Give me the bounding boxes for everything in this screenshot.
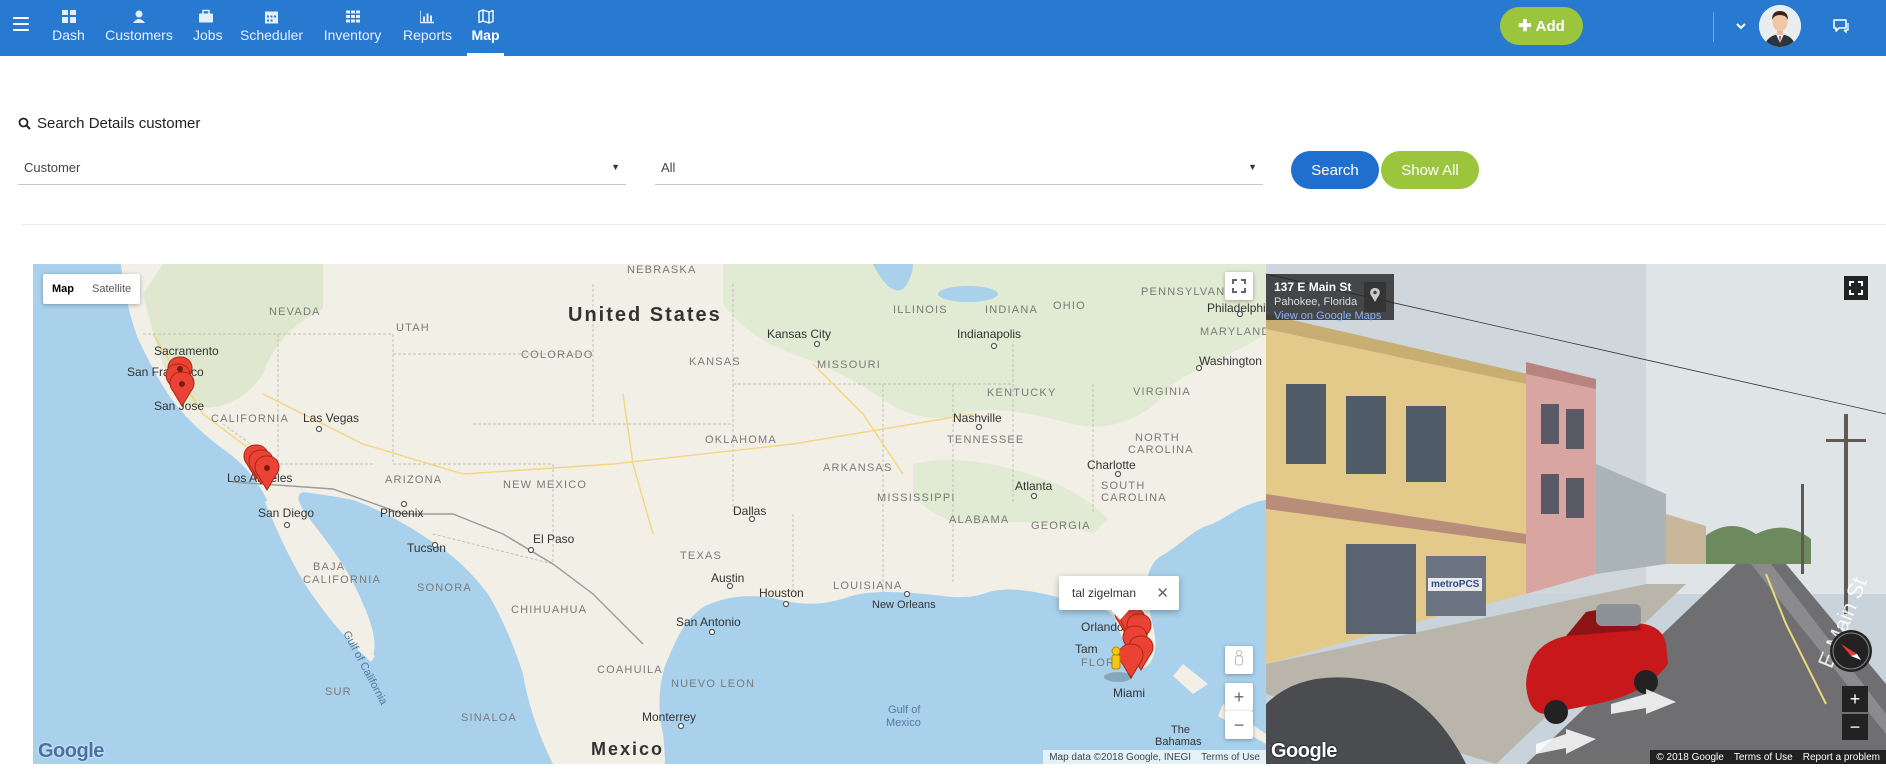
google-logo-text: Google bbox=[38, 740, 104, 762]
nav-item-inventory[interactable]: Inventory bbox=[323, 0, 382, 56]
compass-icon[interactable] bbox=[1830, 630, 1872, 672]
nav-label: Scheduler bbox=[240, 27, 304, 43]
briefcase-icon bbox=[199, 9, 213, 23]
pegman-icon[interactable] bbox=[1225, 646, 1253, 674]
calendar-icon bbox=[264, 11, 278, 24]
map-type-satellite-button[interactable]: Satellite bbox=[83, 274, 140, 304]
street-view-image bbox=[1266, 264, 1886, 764]
nav-label: Reports bbox=[403, 27, 453, 43]
info-window-text: tal zigelman bbox=[1072, 586, 1137, 600]
top-navbar: Dash Customers Jobs Scheduler Inventory … bbox=[0, 0, 1886, 56]
zoom-out-button[interactable]: − bbox=[1225, 711, 1253, 739]
dropdown-caret-icon: ▼ bbox=[1248, 162, 1257, 172]
fullscreen-icon[interactable] bbox=[1844, 276, 1868, 300]
user-icon bbox=[133, 10, 145, 23]
nav-label: Inventory bbox=[323, 27, 382, 43]
report-problem-link[interactable]: Report a problem bbox=[1803, 752, 1880, 763]
search-icon bbox=[18, 117, 31, 130]
map-terms-link[interactable]: Terms of Use bbox=[1201, 752, 1260, 763]
grid-icon bbox=[345, 10, 360, 23]
chevron-down-icon[interactable] bbox=[1733, 18, 1749, 34]
nav-item-dash[interactable]: Dash bbox=[52, 0, 85, 56]
fullscreen-icon[interactable] bbox=[1225, 272, 1253, 300]
add-button[interactable]: ✚ Add bbox=[1500, 7, 1583, 45]
map-footer: Map data ©2018 Google, INEGI Terms of Us… bbox=[1043, 750, 1266, 764]
map-markers bbox=[165, 356, 1154, 682]
nav-label: Customers bbox=[105, 27, 173, 43]
dashboard-icon bbox=[61, 10, 76, 23]
nav-item-reports[interactable]: Reports bbox=[403, 0, 453, 56]
street-view-footer: © 2018 Google Terms of Use Report a prob… bbox=[1650, 750, 1886, 764]
map-icon bbox=[477, 9, 494, 24]
add-button-label: Add bbox=[1535, 17, 1565, 35]
location-pin-icon[interactable] bbox=[1364, 282, 1386, 312]
nav-item-customers[interactable]: Customers bbox=[105, 0, 173, 56]
street-view-copyright: © 2018 Google bbox=[1656, 751, 1724, 763]
street-view-zoom-out-button[interactable]: − bbox=[1842, 714, 1868, 740]
google-map[interactable]: United States Mexico NEVADA UTAH COLORAD… bbox=[33, 264, 1266, 764]
show-all-button[interactable]: Show All bbox=[1381, 151, 1479, 189]
google-logo-text: Google bbox=[1271, 740, 1337, 762]
avatar[interactable] bbox=[1759, 5, 1801, 47]
dropdown-caret-icon: ▼ bbox=[611, 162, 620, 172]
street-view-panorama[interactable]: metroPCS E Main St 137 E Main St Pahokee… bbox=[1266, 264, 1886, 764]
avatar-image bbox=[1759, 5, 1801, 47]
nav-item-jobs[interactable]: Jobs bbox=[193, 0, 223, 56]
hamburger-menu-icon[interactable] bbox=[13, 17, 29, 31]
close-icon[interactable]: ✕ bbox=[1156, 584, 1169, 602]
nav-label: Dash bbox=[52, 27, 85, 43]
map-info-window: tal zigelman ✕ bbox=[1059, 576, 1179, 620]
nav-item-scheduler[interactable]: Scheduler bbox=[240, 0, 304, 56]
storefront-sign: metroPCS bbox=[1428, 578, 1483, 591]
divider bbox=[22, 224, 1886, 225]
filter-select-value: All bbox=[661, 160, 676, 175]
nav-divider bbox=[1713, 12, 1714, 42]
street-view-terms-link[interactable]: Terms of Use bbox=[1734, 752, 1793, 763]
map-data-attribution: Map data ©2018 Google, INEGI bbox=[1049, 751, 1192, 763]
filter-select[interactable]: All ▼ bbox=[655, 153, 1263, 185]
chat-icon[interactable] bbox=[1832, 17, 1850, 35]
search-title-text: Search Details customer bbox=[37, 115, 201, 132]
google-logo: Google bbox=[1271, 740, 1337, 763]
map-type-control: Map Satellite bbox=[43, 274, 141, 304]
nav-label: Map bbox=[471, 27, 500, 43]
bar-chart-icon bbox=[420, 10, 434, 24]
search-button[interactable]: Search bbox=[1291, 151, 1379, 189]
customer-select-value: Customer bbox=[24, 160, 81, 175]
map-type-map-button[interactable]: Map bbox=[43, 274, 83, 304]
google-logo: Google bbox=[38, 740, 104, 763]
nav-item-map[interactable]: Map bbox=[467, 0, 504, 56]
search-section-title: Search Details customer bbox=[18, 115, 200, 132]
nav-label: Jobs bbox=[193, 27, 223, 43]
street-view-zoom-in-button[interactable]: + bbox=[1842, 686, 1868, 712]
customer-select[interactable]: Customer ▼ bbox=[18, 153, 626, 185]
zoom-in-button[interactable]: + bbox=[1225, 683, 1253, 711]
plus-icon: ✚ bbox=[1518, 18, 1532, 35]
